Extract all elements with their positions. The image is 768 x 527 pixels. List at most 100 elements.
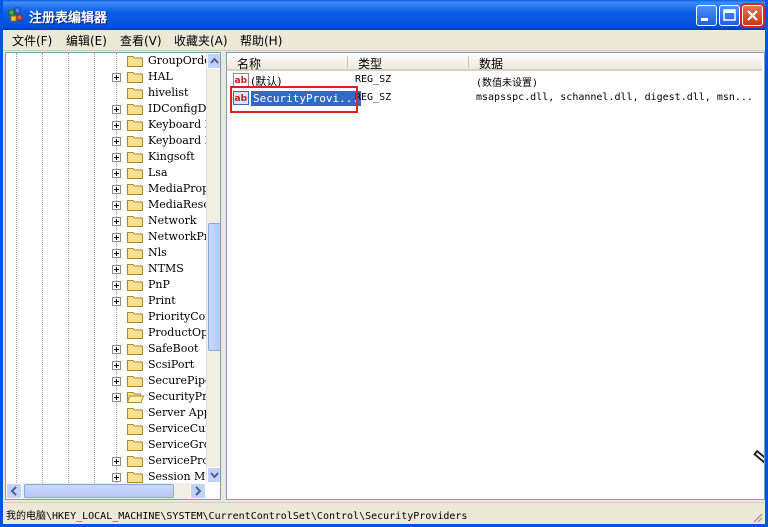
- tree-node-label: PriorityControl: [148, 310, 206, 323]
- expand-toggle-icon[interactable]: [112, 73, 121, 82]
- tree-node-label: Nls: [148, 246, 167, 259]
- tree-node[interactable]: Nls: [6, 245, 206, 261]
- regedit-icon: [8, 7, 23, 22]
- maximize-button[interactable]: [719, 5, 740, 26]
- menu-help[interactable]: 帮助(H): [237, 32, 285, 49]
- folder-icon: [127, 168, 143, 179]
- regedit-window: 注册表编辑器 文件(F) 编辑(E) 查看(V) 收藏夹(A) 帮助(H) Gr…: [0, 0, 768, 527]
- expand-toggle-icon[interactable]: [112, 281, 121, 290]
- expand-toggle-icon[interactable]: [112, 233, 121, 242]
- expand-toggle-icon[interactable]: [112, 105, 121, 114]
- menu-favorites[interactable]: 收藏夹(A): [171, 32, 231, 49]
- minimize-button[interactable]: [696, 5, 717, 26]
- column-header-name[interactable]: 名称: [227, 53, 348, 71]
- folder-icon: [127, 184, 143, 195]
- tree-node-label: NTMS: [148, 262, 184, 275]
- tree-node-label: Server Applications: [148, 406, 206, 419]
- expand-toggle-icon[interactable]: [112, 201, 121, 210]
- tree-node[interactable]: Print: [6, 293, 206, 309]
- expand-toggle-icon[interactable]: [112, 121, 121, 130]
- folder-icon: [127, 200, 143, 211]
- close-button[interactable]: [740, 3, 765, 28]
- tree-node[interactable]: NetworkProvider: [6, 229, 206, 245]
- column-header-type[interactable]: 类型: [348, 53, 469, 71]
- title-bar[interactable]: 注册表编辑器: [3, 0, 765, 30]
- folder-icon: [127, 408, 143, 419]
- tree-node-label: Lsa: [148, 166, 168, 179]
- tree-vertical-scrollbar[interactable]: [206, 53, 220, 483]
- value-list[interactable]: 名称 类型 数据 ab (默认) REG_SZ (数值未设置) ab Secur…: [226, 52, 765, 500]
- tree-node[interactable]: SecurityProviders: [6, 389, 206, 405]
- expand-toggle-icon[interactable]: [112, 249, 121, 258]
- menu-view[interactable]: 查看(V): [117, 32, 165, 49]
- folder-icon: [127, 56, 143, 67]
- menu-file[interactable]: 文件(F): [9, 32, 55, 49]
- tree-node-label: SecurePipeServers: [148, 374, 206, 387]
- tree-node[interactable]: NTMS: [6, 261, 206, 277]
- tree-node-label: HAL: [148, 70, 173, 83]
- expand-toggle-icon[interactable]: [112, 153, 121, 162]
- tree-node[interactable]: ScsiPort: [6, 357, 206, 373]
- tree-node[interactable]: MediaResources: [6, 197, 206, 213]
- expand-toggle-icon[interactable]: [112, 361, 121, 370]
- tree-node[interactable]: hivelist: [6, 85, 206, 101]
- expand-toggle-icon[interactable]: [112, 185, 121, 194]
- tree-node-label: MediaResources: [148, 198, 206, 211]
- scroll-left-button[interactable]: [6, 483, 22, 499]
- folder-icon: [127, 312, 143, 323]
- tree-horizontal-scrollbar[interactable]: [6, 483, 206, 499]
- tree-node[interactable]: PnP: [6, 277, 206, 293]
- minimize-icon: [701, 18, 708, 21]
- tree-node[interactable]: ServiceProvider: [6, 453, 206, 469]
- column-divider[interactable]: [347, 56, 348, 68]
- tree-node[interactable]: MediaProperties: [6, 181, 206, 197]
- folder-icon: [127, 296, 143, 307]
- expand-toggle-icon[interactable]: [112, 345, 121, 354]
- scroll-right-button[interactable]: [190, 483, 206, 499]
- expand-toggle-icon[interactable]: [112, 265, 121, 274]
- folder-icon: [127, 328, 143, 339]
- scroll-down-button[interactable]: [207, 467, 220, 483]
- tree-node[interactable]: SafeBoot: [6, 341, 206, 357]
- tree-node-label: hivelist: [148, 86, 189, 99]
- highlight-box: [230, 86, 358, 113]
- tree-node[interactable]: SecurePipeServers: [6, 373, 206, 389]
- tree-node[interactable]: ProductOptions: [6, 325, 206, 341]
- arrow-left-icon: [10, 486, 17, 496]
- tree-node[interactable]: Server Applications: [6, 405, 206, 421]
- expand-toggle-icon[interactable]: [112, 217, 121, 226]
- tree-node[interactable]: PriorityControl: [6, 309, 206, 325]
- registry-tree[interactable]: GroupOrderList HAL hivelist IDConfigDB Keybo…: [5, 52, 221, 500]
- menu-edit[interactable]: 编辑(E): [63, 32, 110, 49]
- column-divider[interactable]: [468, 56, 469, 68]
- expand-toggle-icon[interactable]: [112, 377, 121, 386]
- close-icon: [747, 10, 758, 21]
- expand-toggle-icon[interactable]: [112, 473, 121, 482]
- tree-node[interactable]: HAL: [6, 69, 206, 85]
- h-scroll-thumb[interactable]: [24, 484, 174, 498]
- folder-icon: [127, 376, 143, 387]
- column-header-data[interactable]: 数据: [469, 53, 762, 71]
- tree-node[interactable]: Kingsoft: [6, 149, 206, 165]
- expand-toggle-icon[interactable]: [112, 393, 121, 402]
- scroll-thumb[interactable]: [208, 223, 220, 351]
- tree-node[interactable]: Keyboard Layouts: [6, 133, 206, 149]
- tree-node[interactable]: Lsa: [6, 165, 206, 181]
- expand-toggle-icon[interactable]: [112, 297, 121, 306]
- expand-toggle-icon[interactable]: [112, 137, 121, 146]
- expand-toggle-icon[interactable]: [112, 169, 121, 178]
- tree-node[interactable]: Keyboard Layout: [6, 117, 206, 133]
- tree-node[interactable]: ServiceCurrent: [6, 421, 206, 437]
- expand-toggle-icon[interactable]: [112, 457, 121, 466]
- tree-node[interactable]: ServiceGroupOrder: [6, 437, 206, 453]
- tree-node-label: MediaProperties: [148, 182, 206, 195]
- tree-node[interactable]: GroupOrderList: [6, 53, 206, 69]
- tree-node-label: Print: [148, 294, 176, 307]
- tree-node-label: IDConfigDB: [148, 102, 206, 115]
- tree-node-label: ServiceGroupOrder: [148, 438, 206, 451]
- tree-node[interactable]: Network: [6, 213, 206, 229]
- tree-node[interactable]: IDConfigDB: [6, 101, 206, 117]
- tree-node-label: SecurityProviders: [148, 390, 206, 403]
- resize-grip-icon[interactable]: [751, 511, 763, 523]
- scroll-up-button[interactable]: [207, 53, 220, 69]
